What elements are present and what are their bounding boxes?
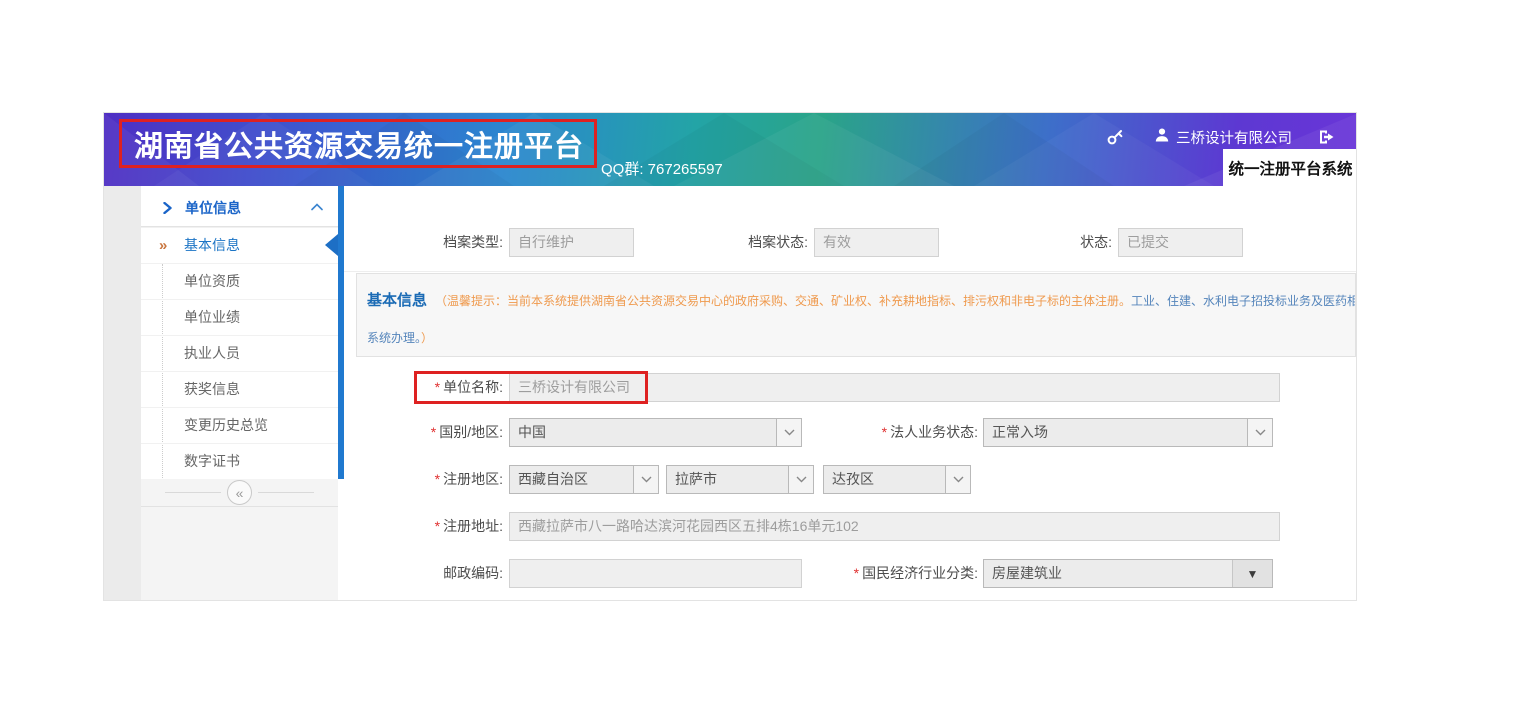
reg-region-label: *注册地区: (344, 465, 503, 494)
district-select[interactable]: 达孜区 (823, 465, 971, 494)
sidebar-item-label: 执业人员 (184, 345, 240, 361)
active-item-arrows-icon: » (159, 228, 167, 263)
sidebar-item-label: 基本信息 (184, 237, 240, 253)
industry-select[interactable]: 房屋建筑业 ▼ (983, 559, 1273, 588)
sidebar-item-change-history[interactable]: 变更历史总览 (141, 407, 338, 443)
country-select[interactable]: 中国 (509, 418, 802, 447)
company-name: 三桥设计有限公司 (1176, 127, 1292, 148)
user-menu[interactable]: 三桥设计有限公司 (1154, 127, 1292, 148)
city-select[interactable]: 拉萨市 (666, 465, 814, 494)
section-hint-line2: 系统办理。） (367, 329, 433, 347)
qq-group-label: QQ群: 767265597 (601, 158, 723, 179)
chevron-right-icon (163, 202, 172, 214)
sidebar-item-label: 单位业绩 (184, 309, 240, 325)
app-header: 湖南省公共资源交易统一注册平台 QQ群: 767265597 三桥设计有限公司 (104, 113, 1357, 186)
section-title: 基本信息 (367, 292, 427, 309)
sidebar-item-digital-certificate[interactable]: 数字证书 (141, 443, 338, 479)
sidebar-group-unit-info[interactable]: 单位信息 (141, 190, 338, 227)
collapse-sidebar-button[interactable]: « (227, 480, 252, 505)
chevron-down-icon[interactable] (945, 466, 970, 493)
sidebar-item-label: 数字证书 (184, 453, 240, 469)
chevron-down-icon[interactable] (788, 466, 813, 493)
divider-line (258, 492, 314, 493)
archive-type-label: 档案类型: (344, 228, 503, 257)
user-icon (1154, 127, 1170, 148)
header-toolbar: 三桥设计有限公司 (1106, 126, 1335, 148)
sidebar-bottom-panel (141, 507, 338, 600)
title-annotation-box: 湖南省公共资源交易统一注册平台 (119, 119, 597, 168)
postal-code-input[interactable] (509, 559, 802, 588)
system-tab[interactable]: 统一注册平台系统 (1223, 149, 1357, 186)
sidebar-item-label: 获奖信息 (184, 381, 240, 397)
hint-text-orange: （温馨提示：当前本系统提供湖南省公共资源交易中心的政府采购、交通、矿业权、补充耕… (435, 294, 1131, 308)
chevron-up-icon[interactable] (311, 203, 323, 211)
divider-line (165, 492, 221, 493)
hint-text-orange: ） (421, 331, 433, 345)
active-item-pointer (325, 234, 338, 256)
sidebar-group-label: 单位信息 (185, 198, 241, 218)
sidebar-item-basic-info[interactable]: » 基本信息 (141, 227, 338, 263)
app-window: 湖南省公共资源交易统一注册平台 QQ群: 767265597 三桥设计有限公司 (103, 112, 1357, 601)
archive-type-input: 自行维护 (509, 228, 634, 257)
sidebar-item-awards[interactable]: 获奖信息 (141, 371, 338, 407)
page-title: 湖南省公共资源交易统一注册平台 (122, 123, 584, 165)
logout-icon[interactable] (1318, 129, 1335, 145)
province-select[interactable]: 西藏自治区 (509, 465, 659, 494)
hint-text-blue: 工业、住建、水利电子招投标业务及医药相关业务，请到对应的交易 (1131, 294, 1356, 308)
industry-label: *国民经济行业分类: (774, 559, 978, 588)
chevron-down-icon[interactable] (633, 466, 658, 493)
dropdown-triangle-icon[interactable]: ▼ (1232, 560, 1272, 587)
sidebar-item-unit-qualification[interactable]: 单位资质 (141, 263, 338, 299)
key-icon[interactable] (1106, 128, 1124, 146)
status-input: 已提交 (1118, 228, 1243, 257)
section-header-basic-info: 基本信息 （温馨提示：当前本系统提供湖南省公共资源交易中心的政府采购、交通、矿业权… (356, 273, 1356, 357)
legal-status-select[interactable]: 正常入场 (983, 418, 1273, 447)
sidebar-item-unit-performance[interactable]: 单位业绩 (141, 299, 338, 335)
main-content: 档案类型: 自行维护 档案状态: 有效 状态: 已提交 基本信息 （温馨提示：当前… (344, 186, 1356, 600)
archive-status-label: 档案状态: (649, 228, 808, 257)
legal-status-label: *法人业务状态: (774, 418, 978, 447)
sidebar-item-label: 变更历史总览 (184, 417, 268, 433)
chevron-down-icon[interactable] (1247, 419, 1272, 446)
section-hint-line1: 基本信息 （温馨提示：当前本系统提供湖南省公共资源交易中心的政府采购、交通、矿业权… (367, 289, 1356, 310)
reg-address-label: *注册地址: (344, 512, 503, 541)
country-label: *国别/地区: (344, 418, 503, 447)
postal-code-label: 邮政编码: (344, 559, 503, 588)
sidebar: 单位信息 » 基本信息 单位资质 单位业绩 执业人员 获奖信息 变更历史总览 数… (141, 186, 338, 600)
left-gutter (104, 186, 141, 600)
status-label: 状态: (953, 228, 1112, 257)
company-name-label: *单位名称: (344, 373, 503, 402)
sidebar-item-label: 单位资质 (184, 273, 240, 289)
archive-status-input: 有效 (814, 228, 939, 257)
reg-address-input: 西藏拉萨市八一路哈达滨河花园西区五排4栋16单元102 (509, 512, 1280, 541)
sidebar-item-practitioners[interactable]: 执业人员 (141, 335, 338, 371)
sidebar-collapse-row: « (141, 479, 338, 507)
company-name-input: 三桥设计有限公司 (509, 373, 1280, 402)
hint-text-blue: 系统办理。 (367, 331, 421, 345)
